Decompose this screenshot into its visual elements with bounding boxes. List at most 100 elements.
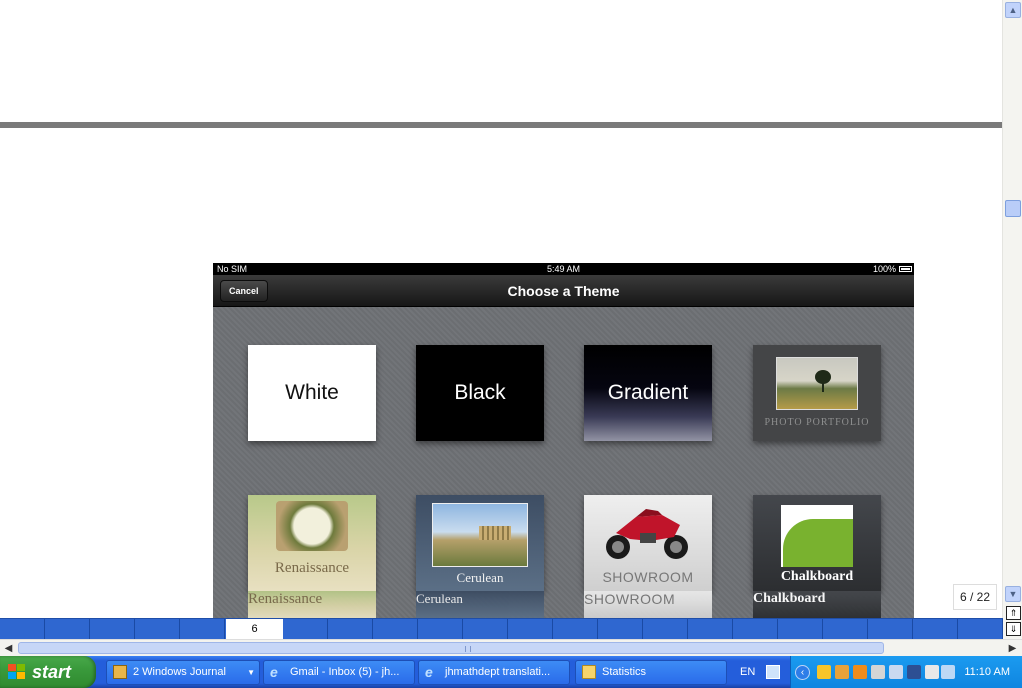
page-tab[interactable] [913,619,958,639]
theme-renaissance-reflection-label: Renaissance [248,591,323,607]
cancel-button[interactable]: Cancel [220,280,268,302]
theme-gradient-label: Gradient [607,381,689,404]
system-tray: 11:10 AM [790,656,1022,688]
page-tab[interactable] [958,619,1003,639]
page-tab[interactable] [180,619,225,639]
internet-explorer-icon: e [425,664,433,680]
nav-title: Choose a Theme [507,283,620,299]
volume-icon[interactable] [889,665,903,679]
page-tab[interactable] [778,619,823,639]
theme-showroom-reflection: SHOWROOM [584,591,712,618]
windows-taskbar: start 2 Windows Journal ▼ e Gmail - Inbo… [0,656,1022,688]
page-tab[interactable] [643,619,688,639]
ios-nav-bar: Choose a Theme Cancel [213,275,914,307]
page-tab[interactable] [733,619,778,639]
horizontal-scrollbar[interactable]: ◀ ▶ [0,639,1022,656]
theme-white[interactable]: White [248,345,376,441]
vertical-scrollbar[interactable]: ▲ ▼ [1002,0,1022,604]
previous-page-icon[interactable]: ⇑ [1006,606,1021,620]
page-tab[interactable] [283,619,328,639]
landscape-photo-icon [776,357,858,410]
pen-icon[interactable] [941,665,955,679]
tool-icon[interactable] [871,665,885,679]
theme-showroom-reflection-label: SHOWROOM [584,591,676,607]
task-label: Gmail - Inbox (5) - jh... [290,666,400,678]
windows-logo-icon [8,664,26,680]
page-tab[interactable] [463,619,508,639]
page-tab[interactable] [45,619,90,639]
clock[interactable]: 11:10 AM [964,656,1010,688]
page-tab[interactable] [418,619,463,639]
tray-collapse-icon[interactable]: ‹ [795,665,810,680]
page-tab[interactable] [135,619,180,639]
theme-grid: White Black Gradient PHOTO PORTFOLIO Ren… [213,307,914,618]
battery-percent: 100% [872,264,896,274]
theme-chalkboard-label: Chalkboard [780,569,854,584]
skype-icon[interactable] [853,665,867,679]
ios-status-bar: No SIM 5:49 AM 100% [213,263,914,275]
theme-renaissance[interactable]: Renaissance [248,495,376,591]
task-label: jhmathdept translati... [445,666,551,678]
task-gmail[interactable]: e Gmail - Inbox (5) - jh... [263,660,415,685]
theme-cerulean-reflection: Cerulean [416,591,544,618]
task-statistics[interactable]: Statistics [575,660,727,685]
theme-cerulean-label: Cerulean [456,570,504,585]
theme-showroom-label: SHOWROOM [602,569,694,585]
battery-icon [899,266,912,272]
theme-photo-portfolio[interactable]: PHOTO PORTFOLIO [753,345,881,441]
theme-gradient[interactable]: Gradient [584,345,712,441]
page-counter: 6 / 22 [953,584,997,610]
temple-photo-icon [432,503,528,567]
folder-icon [582,665,596,679]
theme-black-label: Black [454,381,506,404]
page-tab[interactable] [90,619,135,639]
keyboard-icon[interactable] [766,665,780,679]
start-button[interactable]: start [0,656,96,688]
task-label: 2 Windows Journal [133,666,226,678]
theme-showroom[interactable]: SHOWROOM [584,495,712,591]
grip-icon [465,646,471,652]
monitor-icon[interactable] [907,665,921,679]
theme-chalkboard[interactable]: Chalkboard [753,495,881,591]
network-icon[interactable] [817,665,831,679]
document-icon[interactable] [925,665,939,679]
language-indicator[interactable]: EN [740,656,755,688]
theme-black[interactable]: Black [416,345,544,441]
page-tab[interactable] [373,619,418,639]
internet-explorer-icon: e [270,664,278,680]
theme-chalkboard-reflection-label: Chalkboard [753,591,826,606]
vertical-scroll-thumb[interactable] [1005,200,1021,217]
page-tab[interactable] [328,619,373,639]
scroll-right-icon[interactable]: ▶ [1005,641,1020,656]
chevron-down-icon: ▼ [247,668,255,677]
page-tab[interactable] [688,619,733,639]
page-thumbnail-strip: 6 [0,618,1003,639]
shield-icon[interactable] [835,665,849,679]
page-tab[interactable] [823,619,868,639]
task-label: Statistics [602,666,647,678]
page-divider [0,122,1002,128]
theme-cerulean[interactable]: Cerulean [416,495,544,591]
next-page-icon[interactable]: ⇓ [1006,622,1021,636]
page-tab[interactable] [598,619,643,639]
scroll-left-icon[interactable]: ◀ [1,641,16,656]
motorcycle-icon [606,509,688,559]
journal-page: No SIM 5:49 AM 100% Choose a Theme Cance… [0,0,1002,618]
page-tab[interactable] [553,619,598,639]
page-tab[interactable] [508,619,553,639]
scroll-up-icon[interactable]: ▲ [1005,2,1021,18]
theme-white-label: White [285,381,339,404]
task-jhmathdept[interactable]: e jhmathdept translati... [418,660,570,685]
page-tab[interactable] [0,619,45,639]
theme-renaissance-reflection: Renaissance [248,591,376,618]
ipad-screenshot: No SIM 5:49 AM 100% Choose a Theme Cance… [213,263,914,618]
scroll-down-icon[interactable]: ▼ [1005,586,1021,602]
page-tab-active[interactable]: 6 [226,619,283,639]
theme-cerulean-reflection-label: Cerulean [416,591,463,606]
start-label: start [32,662,72,682]
page-tab[interactable] [868,619,913,639]
journal-icon [113,665,127,679]
horizontal-scroll-thumb[interactable] [18,642,884,654]
task-windows-journal[interactable]: 2 Windows Journal ▼ [106,660,260,685]
food-photo-icon [276,501,348,551]
